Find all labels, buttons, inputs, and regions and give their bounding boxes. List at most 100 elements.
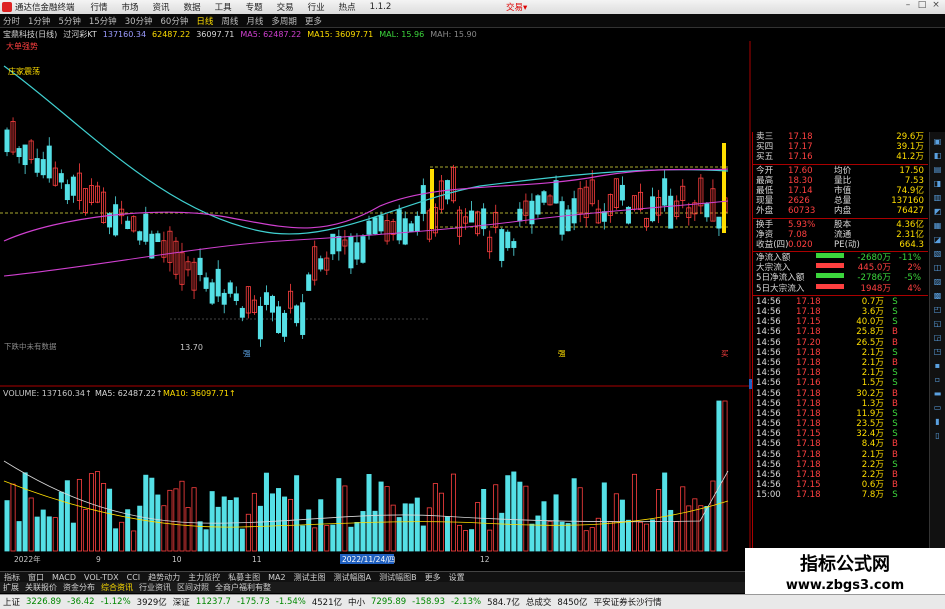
candle-body bbox=[704, 203, 710, 218]
ind-tab[interactable]: MA2 bbox=[268, 573, 285, 582]
ind-tab[interactable]: 指标 bbox=[4, 572, 20, 583]
volume-bar bbox=[318, 499, 324, 552]
menu-quotes[interactable]: 行情 bbox=[91, 1, 108, 13]
period-tab-30m[interactable]: 30分钟 bbox=[125, 15, 153, 27]
candle-body bbox=[221, 292, 227, 305]
ind-tab[interactable]: 私募主图 bbox=[228, 572, 260, 583]
ind-tab[interactable]: 测试主图 bbox=[294, 572, 326, 583]
trade-button[interactable]: 交易▾ bbox=[506, 1, 527, 13]
close-icon[interactable]: × bbox=[929, 0, 943, 10]
tool-icon-5[interactable]: ▥ bbox=[934, 193, 942, 202]
volume-bar bbox=[553, 494, 559, 552]
tool-icon-7[interactable]: ▦ bbox=[934, 221, 942, 230]
ind-tab[interactable]: 主力监控 bbox=[188, 572, 220, 583]
sz-label[interactable]: 深证 bbox=[173, 596, 190, 608]
ind-tab[interactable]: CCI bbox=[127, 573, 141, 582]
maximize-icon[interactable]: □ bbox=[915, 0, 929, 10]
tick-time: 14:56 bbox=[756, 368, 781, 379]
tick-list[interactable]: 14:56 17.18 0.7万 S 14:56 17.18 3.6万 S 14:56 17.15… bbox=[753, 297, 928, 501]
tick-side: B bbox=[892, 439, 898, 450]
menu-tools[interactable]: 工具 bbox=[215, 1, 232, 13]
menu-news[interactable]: 资讯 bbox=[153, 1, 170, 13]
ind-tab[interactable]: 窗口 bbox=[28, 572, 44, 583]
sz-amount: 4521亿 bbox=[311, 598, 342, 608]
bottom-tab[interactable]: 资金分布 bbox=[63, 582, 95, 593]
candle-body bbox=[650, 196, 656, 222]
period-tab-weekly[interactable]: 周线 bbox=[221, 15, 238, 27]
period-tab-5m[interactable]: 5分钟 bbox=[58, 15, 80, 27]
tag-shakeout: 庄家震荡 bbox=[8, 66, 40, 76]
ind-tab[interactable]: 设置 bbox=[449, 572, 465, 583]
tool-icon-20[interactable]: ▭ bbox=[934, 403, 942, 412]
tool-icon-10[interactable]: ◫ bbox=[934, 263, 942, 272]
tick-side: S bbox=[892, 490, 898, 501]
tool-icon-2[interactable]: ◧ bbox=[934, 151, 942, 160]
bottom-tab[interactable]: 综合资讯 bbox=[101, 582, 133, 593]
volume-bar bbox=[119, 521, 125, 552]
ind-tab[interactable]: VOL-TDX bbox=[84, 573, 119, 582]
period-bar: 分时 1分钟 5分钟 15分钟 30分钟 60分钟 日线 周线 月线 多周期 更… bbox=[0, 14, 945, 28]
tool-icon-1[interactable]: ▣ bbox=[934, 137, 942, 146]
period-tab-15m[interactable]: 15分钟 bbox=[89, 15, 117, 27]
bottom-tab[interactable]: 全商户福利有整 bbox=[215, 582, 271, 593]
tick-side: B bbox=[892, 449, 898, 460]
order-volume: 29.6万 bbox=[896, 132, 924, 142]
period-tab-daily[interactable]: 日线 bbox=[196, 15, 213, 27]
volume-bar bbox=[710, 480, 716, 552]
candle-body bbox=[137, 231, 143, 241]
tool-icon-13[interactable]: ◰ bbox=[934, 305, 942, 314]
minimize-icon[interactable]: – bbox=[901, 0, 915, 10]
tool-icon-3[interactable]: ▤ bbox=[934, 165, 942, 174]
indicator-name[interactable]: 过河彩KT bbox=[63, 29, 97, 40]
tool-icon-15[interactable]: ◲ bbox=[934, 333, 942, 342]
candle-body bbox=[668, 195, 674, 229]
tick-volume: 40.0万 bbox=[856, 317, 884, 328]
period-tab-1m[interactable]: 1分钟 bbox=[28, 15, 50, 27]
tool-icon-18[interactable]: ▫ bbox=[935, 375, 940, 384]
divider bbox=[753, 163, 928, 165]
period-tab-timeshare[interactable]: 分时 bbox=[3, 15, 20, 27]
menu-data[interactable]: 数据 bbox=[184, 1, 201, 13]
tool-icon-21[interactable]: ▮ bbox=[935, 417, 939, 426]
tool-icon-9[interactable]: ▧ bbox=[934, 249, 942, 258]
tool-icon-11[interactable]: ▨ bbox=[934, 277, 942, 286]
ind-tab[interactable]: 测试幅图B bbox=[379, 572, 417, 583]
menu-industry[interactable]: 行业 bbox=[308, 1, 325, 13]
ind-tab[interactable]: MACD bbox=[52, 573, 76, 582]
tool-icon-6[interactable]: ◩ bbox=[934, 207, 942, 216]
menu-hot[interactable]: 热点 bbox=[339, 1, 356, 13]
candle-body bbox=[535, 195, 541, 215]
tick-row: 14:56 17.18 2.2万 B bbox=[753, 470, 928, 480]
ind-tab[interactable]: 更多 bbox=[425, 572, 441, 583]
bottom-tab[interactable]: 关联报价 bbox=[25, 582, 57, 593]
period-tab-multi[interactable]: 多周期 bbox=[271, 15, 297, 27]
tool-icon-4[interactable]: ◨ bbox=[934, 179, 942, 188]
candle-body bbox=[366, 220, 372, 235]
period-tab-monthly[interactable]: 月线 bbox=[246, 15, 263, 27]
period-tab-60m[interactable]: 60分钟 bbox=[161, 15, 189, 27]
tool-icon-16[interactable]: ◳ bbox=[934, 347, 942, 356]
tick-time: 14:56 bbox=[756, 337, 781, 348]
ind-tab[interactable]: 趋势动力 bbox=[148, 572, 180, 583]
bottom-tab[interactable]: 扩展 bbox=[3, 582, 19, 593]
tool-icon-17[interactable]: ▪ bbox=[935, 361, 940, 370]
tick-volume: 1.3万 bbox=[861, 398, 884, 409]
menu-topics[interactable]: 专题 bbox=[246, 1, 263, 13]
tool-icon-19[interactable]: ▬ bbox=[934, 389, 942, 398]
tool-icon-14[interactable]: ◱ bbox=[934, 319, 942, 328]
menu-trade[interactable]: 交易 bbox=[277, 1, 294, 13]
ind-tab[interactable]: 测试幅图A bbox=[334, 572, 371, 583]
zx-label[interactable]: 中小 bbox=[348, 596, 365, 608]
sh-label[interactable]: 上证 bbox=[3, 596, 20, 608]
bottom-tab[interactable]: 区间对照 bbox=[177, 582, 209, 593]
bottom-tab[interactable]: 行业资讯 bbox=[139, 582, 171, 593]
stat-label: 最低 bbox=[756, 185, 774, 196]
total-value: 8450亿 bbox=[557, 598, 588, 608]
kline-chart[interactable]: 大单强势 庄家震荡 13.70 下跌中未有数据 强 强 买 VOLUME: 13… bbox=[0, 41, 752, 571]
menu-market[interactable]: 市场 bbox=[122, 1, 139, 13]
period-tab-more[interactable]: 更多 bbox=[305, 15, 322, 27]
tool-icon-22[interactable]: ▯ bbox=[935, 431, 939, 440]
tool-icon-12[interactable]: ▩ bbox=[934, 291, 942, 300]
tool-icon-8[interactable]: ◪ bbox=[934, 235, 942, 244]
info-ma15: MA15: 36097.71 bbox=[307, 30, 374, 39]
